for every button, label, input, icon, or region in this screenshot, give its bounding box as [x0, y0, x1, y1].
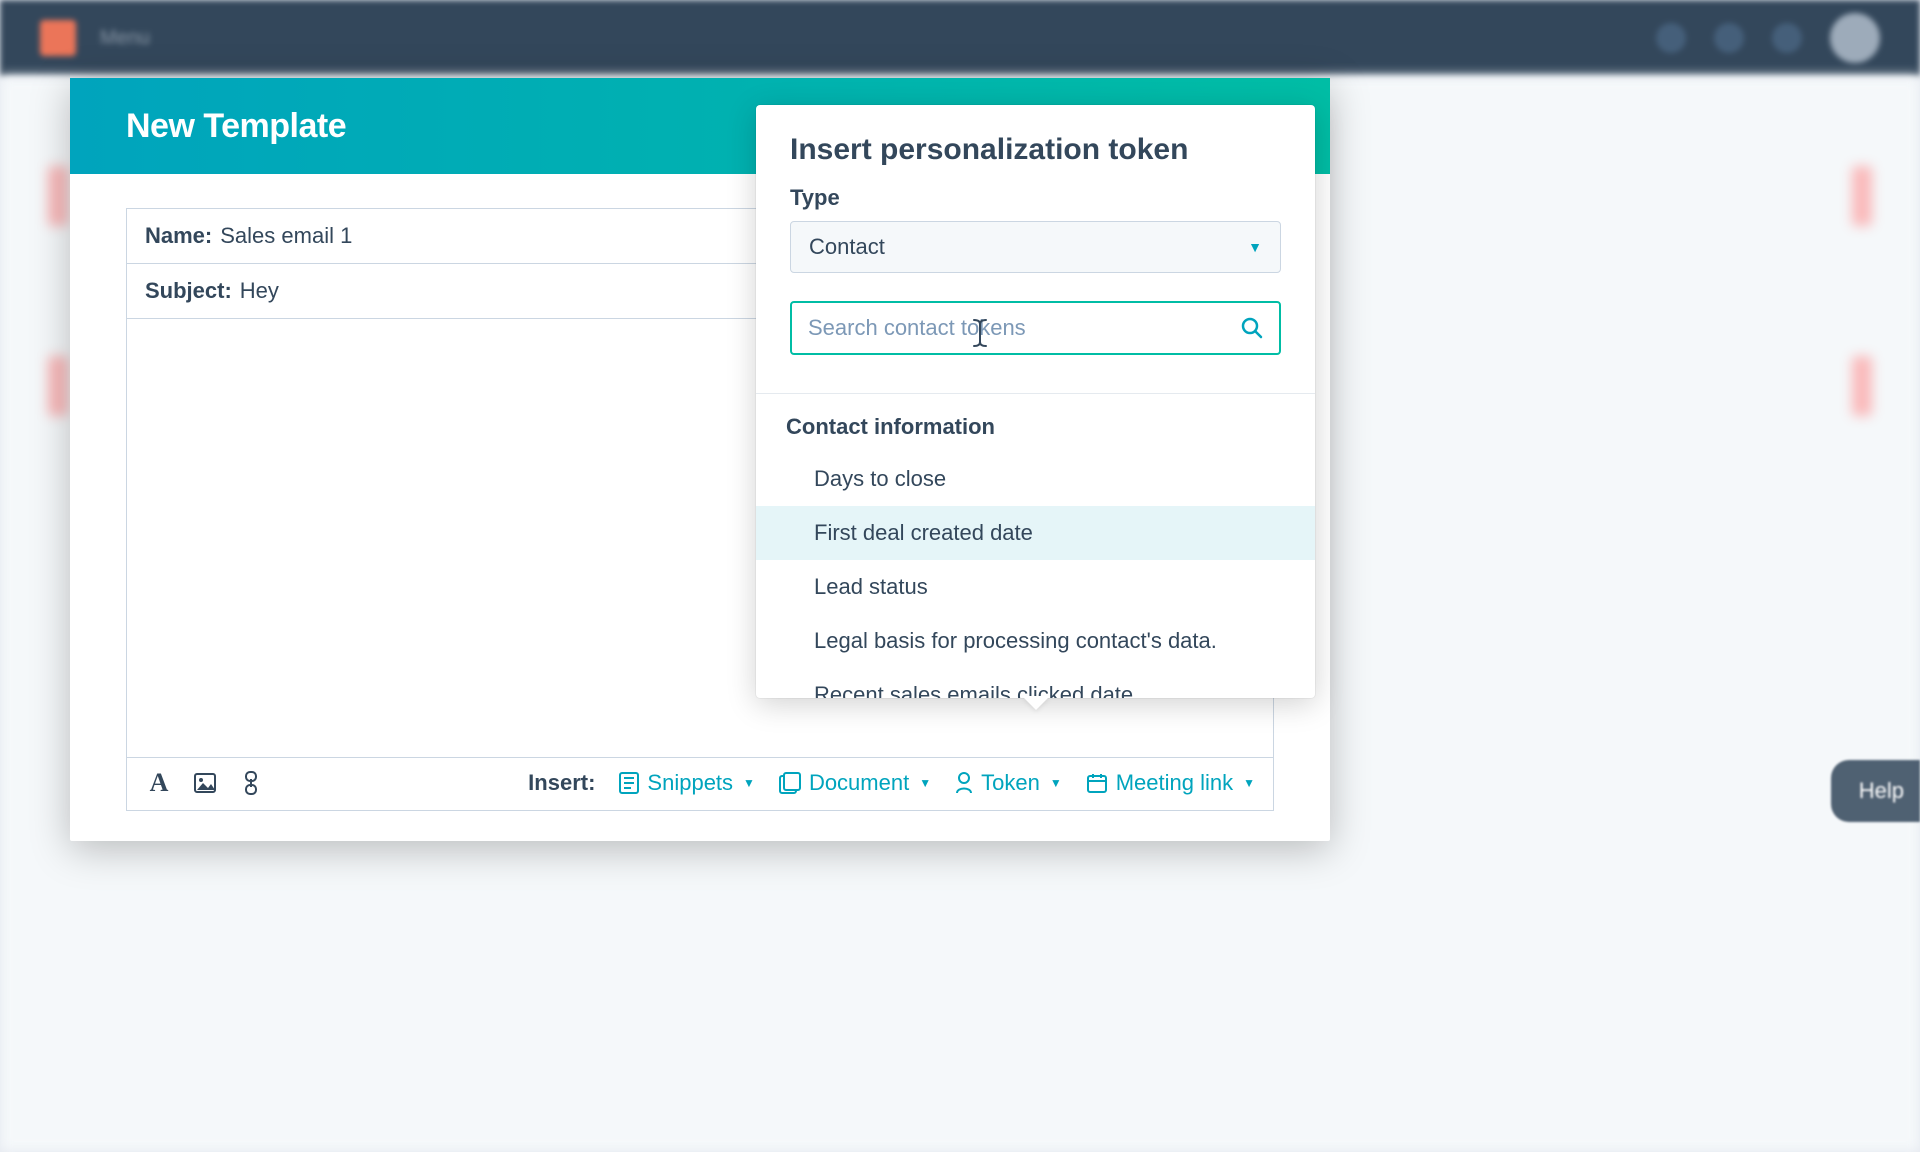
calendar-icon	[1086, 772, 1108, 794]
insert-token-label: Token	[981, 770, 1040, 796]
insert-token-button[interactable]: Token ▼	[955, 770, 1062, 796]
token-option[interactable]: Recent sales emails clicked date	[756, 668, 1315, 698]
nav-menu-text: Menu	[100, 27, 150, 50]
token-option[interactable]: First deal created date	[756, 506, 1315, 560]
document-icon	[779, 772, 801, 794]
token-popover: Insert personalization token Type Contac…	[756, 105, 1315, 698]
insert-menu: Insert: Snippets ▼ Document ▼ Token ▼	[528, 770, 1255, 796]
subject-field-label: Subject:	[145, 278, 232, 304]
modal-title: New Template	[126, 107, 346, 146]
type-select-label: Type	[790, 185, 1281, 211]
caret-down-icon: ▼	[743, 776, 755, 790]
token-option[interactable]: Legal basis for processing contact's dat…	[756, 614, 1315, 668]
token-section-heading: Contact information	[756, 393, 1315, 452]
token-option[interactable]: Lead status	[756, 560, 1315, 614]
type-select-value: Contact	[809, 234, 885, 260]
help-button[interactable]: Help	[1831, 760, 1920, 822]
insert-document-label: Document	[809, 770, 909, 796]
popover-title: Insert personalization token	[790, 133, 1281, 167]
insert-image-icon[interactable]	[191, 770, 219, 796]
insert-document-button[interactable]: Document ▼	[779, 770, 931, 796]
type-select[interactable]: Contact ▼	[790, 221, 1281, 273]
app-logo	[40, 20, 76, 56]
caret-down-icon: ▼	[1243, 776, 1255, 790]
nav-avatar	[1830, 13, 1880, 63]
format-group: A	[145, 770, 265, 796]
insert-snippets-button[interactable]: Snippets ▼	[619, 770, 755, 796]
insert-snippets-label: Snippets	[647, 770, 733, 796]
snippets-icon	[619, 772, 639, 794]
search-icon	[1241, 317, 1263, 339]
editor-toolbar: A Insert: Snippets ▼ Document	[127, 757, 1273, 810]
nav-search-icon	[1656, 23, 1686, 53]
token-search-input[interactable]	[808, 315, 1241, 341]
insert-meeting-label: Meeting link	[1116, 770, 1233, 796]
caret-down-icon: ▼	[1050, 776, 1062, 790]
token-list[interactable]: Days to closeFirst deal created dateLead…	[756, 452, 1315, 698]
nav-settings-icon	[1772, 23, 1802, 53]
name-field-value[interactable]: Sales email 1	[220, 223, 352, 249]
insert-link-icon[interactable]	[237, 770, 265, 796]
person-icon	[955, 772, 973, 794]
insert-meeting-button[interactable]: Meeting link ▼	[1086, 770, 1255, 796]
subject-field-value[interactable]: Hey	[240, 278, 279, 304]
caret-down-icon: ▼	[919, 776, 931, 790]
insert-label: Insert:	[528, 770, 595, 796]
token-search-field[interactable]	[790, 301, 1281, 355]
nav-notifications-icon	[1714, 23, 1744, 53]
caret-down-icon: ▼	[1248, 239, 1262, 255]
token-option[interactable]: Days to close	[756, 452, 1315, 506]
app-nav-bar: Menu	[0, 0, 1920, 76]
text-style-icon[interactable]: A	[145, 770, 173, 796]
name-field-label: Name:	[145, 223, 212, 249]
